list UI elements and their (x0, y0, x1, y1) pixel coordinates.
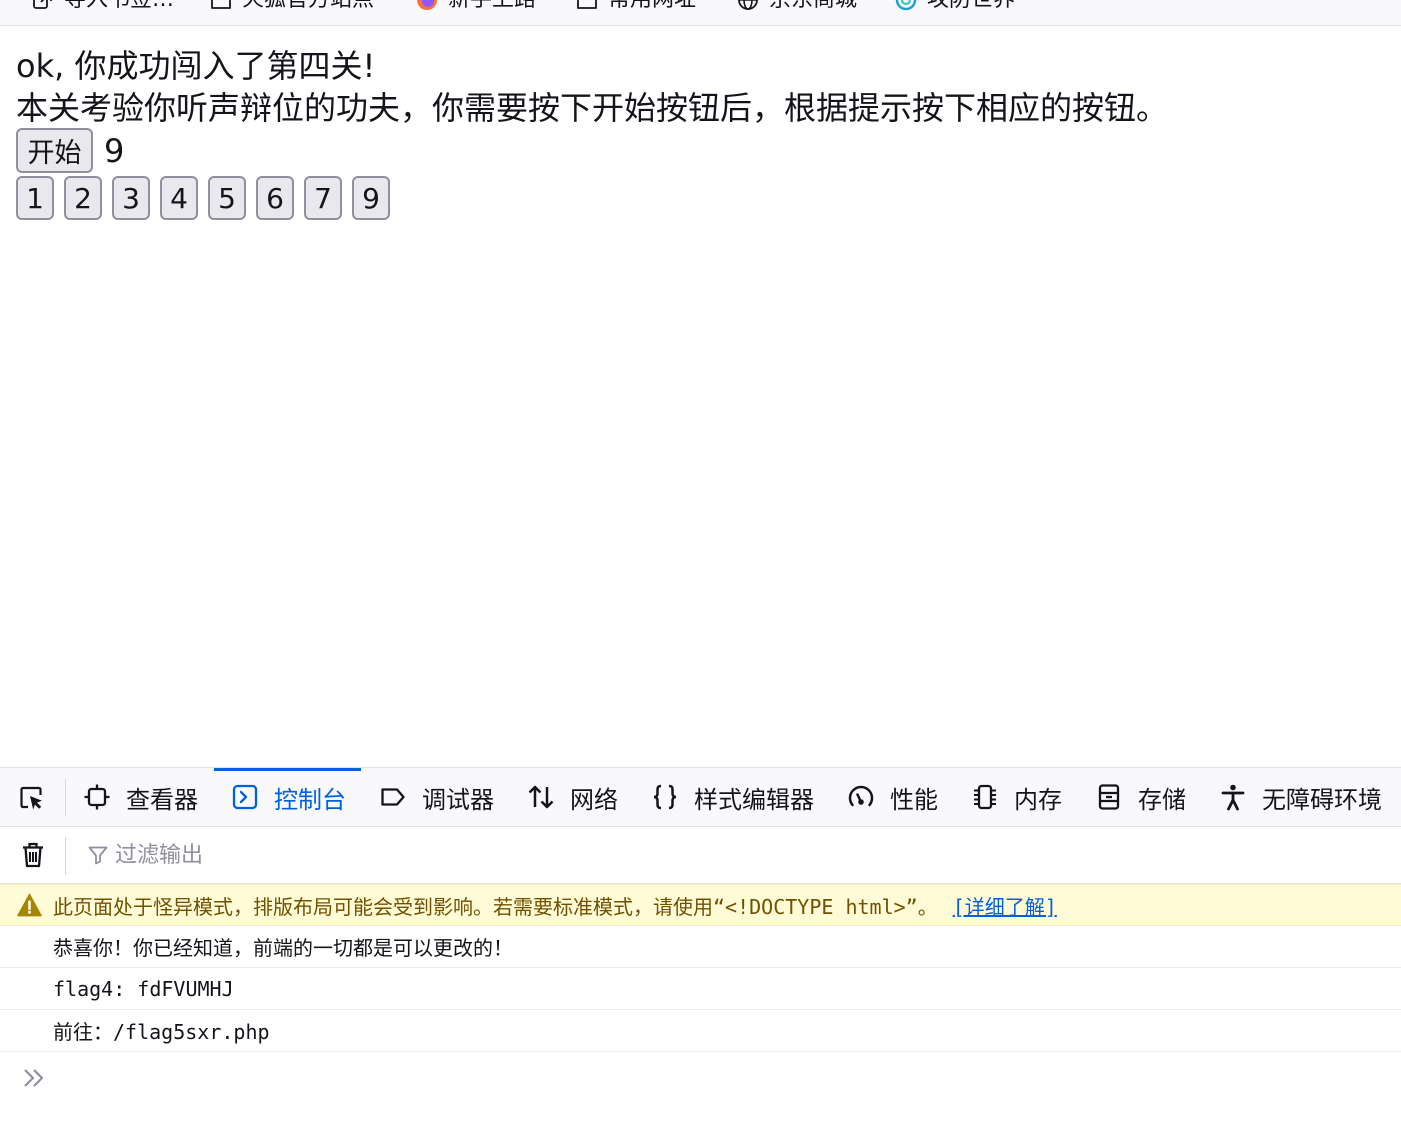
trash-icon (23, 842, 43, 868)
number-button-5[interactable]: 5 (208, 176, 246, 220)
filter-output-input[interactable] (84, 835, 1384, 875)
bookmark-label: 导入书签… (64, 0, 174, 15)
log-text: 前往：/flag5sxr.php (53, 1020, 270, 1044)
tab-label: 调试器 (422, 785, 494, 814)
bookmark-firefox-site[interactable]: 火狐官方站点 (210, 0, 374, 15)
tab-label: 控制台 (274, 785, 346, 814)
import-icon (33, 0, 52, 9)
bookmark-label: 火狐官方站点 (242, 0, 374, 15)
bookmark-label: 京东商城 (769, 0, 857, 15)
console-icon (232, 784, 258, 810)
site-logo-icon (895, 0, 917, 11)
number-button-3[interactable]: 3 (112, 176, 150, 220)
console-log-message: 恭喜你！你已经知道，前端的一切都是可以更改的！ (0, 926, 1401, 968)
tab-label: 样式编辑器 (694, 785, 814, 814)
tab-label: 查看器 (126, 785, 198, 814)
hint-number: 9 (104, 131, 125, 170)
memory-icon (974, 784, 996, 810)
tab-inspector[interactable]: 查看器 (72, 768, 214, 826)
bookmark-label: 新手上路 (448, 0, 536, 15)
warning-icon (17, 893, 42, 917)
tab-label: 无障碍环境 (1262, 785, 1382, 814)
console-log-message: flag4: fdFVUMHJ (0, 968, 1401, 1010)
prompt-chevrons-icon[interactable] (22, 1067, 46, 1089)
globe-icon (738, 0, 758, 10)
element-picker-icon (20, 786, 42, 810)
active-tab-indicator (214, 768, 361, 771)
tab-accessibility[interactable]: 无障碍环境 (1208, 768, 1401, 826)
number-button-4[interactable]: 4 (160, 176, 198, 220)
level-intro: ok, 你成功闯入了第四关! (16, 47, 376, 85)
filter-separator (65, 837, 66, 875)
devtools-toolbar: 查看器 控制台 调试器 网络 样式编辑器 性能 内存 存储 无障碍环境 (0, 768, 1401, 827)
warning-text: 此页面处于怪异模式，排版布局可能会受到影响。若需要标准模式，请使用“<!DOCT… (53, 894, 938, 919)
learn-more-link[interactable]: [详细了解] (953, 891, 1057, 920)
bookmark-label: 攻防世界 (927, 0, 1015, 15)
start-button[interactable]: 开始 (16, 128, 93, 173)
accessibility-icon (1221, 784, 1245, 811)
bookmark-common-sites[interactable]: 常用网址 (576, 0, 696, 15)
folder-icon (577, 0, 597, 9)
tab-label: 内存 (1014, 785, 1062, 814)
start-row: 开始 9 (16, 128, 124, 173)
style-editor-icon (653, 784, 677, 810)
bookmark-jd[interactable]: 京东商城 (737, 0, 857, 15)
number-button-2[interactable]: 2 (64, 176, 102, 220)
tab-performance[interactable]: 性能 (836, 768, 960, 826)
console-warning-message: 此页面处于怪异模式，排版布局可能会受到影响。若需要标准模式，请使用“<!DOCT… (0, 884, 1401, 926)
network-icon (528, 785, 554, 809)
tab-storage[interactable]: 存储 (1084, 768, 1208, 826)
console-log-message: 前往：/flag5sxr.php (0, 1010, 1401, 1052)
tab-debugger[interactable]: 调试器 (368, 768, 516, 826)
page-content: ok, 你成功闯入了第四关! 本关考验你听声辩位的功夫，你需要按下开始按钮后，根… (16, 45, 1396, 129)
tab-style-editor[interactable]: 样式编辑器 (640, 768, 836, 826)
number-buttons: 1 2 3 4 5 6 7 9 (16, 176, 396, 220)
bookmark-adworld[interactable]: 攻防世界 (895, 0, 1015, 15)
firefox-logo-icon (417, 0, 437, 10)
debugger-icon (381, 788, 405, 806)
number-button-1[interactable]: 1 (16, 176, 54, 220)
element-picker-button[interactable] (16, 782, 48, 814)
inspector-icon (84, 784, 110, 810)
performance-icon (848, 785, 874, 807)
log-text: flag4: fdFVUMHJ (53, 976, 234, 1001)
clear-console-button[interactable] (17, 839, 49, 871)
level-instructions: 本关考验你听声辩位的功夫，你需要按下开始按钮后，根据提示按下相应的按钮。 (16, 89, 1169, 127)
folder-icon (211, 0, 231, 9)
tab-label: 性能 (890, 785, 938, 814)
bookmark-label: 常用网址 (608, 0, 696, 15)
log-text: 恭喜你！你已经知道，前端的一切都是可以更改的！ (53, 936, 513, 960)
tab-memory[interactable]: 内存 (960, 768, 1084, 826)
bookmark-import[interactable]: 导入书签… (32, 0, 174, 15)
bookmarks-toolbar: 导入书签… 火狐官方站点 新手上路 常用网址 京东商城 攻防世界 (0, 0, 1401, 26)
tab-network[interactable]: 网络 (516, 768, 640, 826)
devtools-panel: 查看器 控制台 调试器 网络 样式编辑器 性能 内存 存储 无障碍环境 过滤输出… (0, 767, 1401, 1142)
number-button-7[interactable]: 7 (304, 176, 342, 220)
toolbar-separator (65, 779, 66, 816)
tab-label: 存储 (1138, 785, 1186, 814)
console-filter-bar (0, 827, 1401, 884)
tab-label: 网络 (570, 785, 618, 814)
storage-icon (1098, 784, 1120, 810)
tab-console[interactable]: 控制台 (220, 768, 361, 826)
bookmark-getting-started[interactable]: 新手上路 (416, 0, 536, 15)
number-button-6[interactable]: 6 (256, 176, 294, 220)
number-button-9[interactable]: 9 (352, 176, 390, 220)
